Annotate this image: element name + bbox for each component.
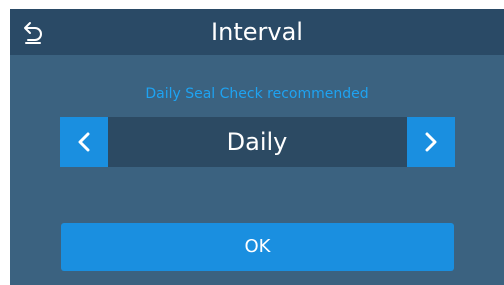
header-bar: Interval: [10, 9, 504, 55]
interval-value: Daily: [226, 128, 288, 156]
next-option-button[interactable]: [407, 117, 455, 167]
chevron-left-icon: [78, 132, 90, 152]
page-title: Interval: [211, 18, 303, 46]
interval-screen: Interval Daily Seal Check recommended Da…: [10, 9, 504, 285]
recommendation-hint: Daily Seal Check recommended: [145, 86, 369, 102]
chevron-right-icon: [425, 132, 437, 152]
back-arrow-icon: [24, 22, 42, 44]
back-button[interactable]: [16, 14, 52, 50]
ok-button[interactable]: OK: [61, 223, 454, 271]
previous-option-button[interactable]: [60, 117, 108, 167]
